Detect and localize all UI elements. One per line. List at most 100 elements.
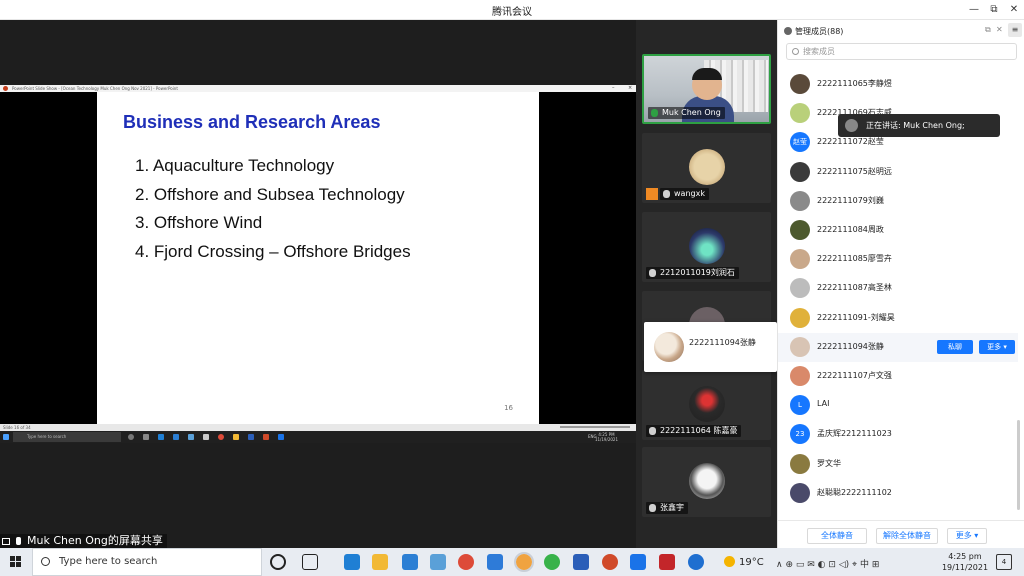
search-icon: [792, 48, 799, 55]
tile-name-label: 2212011019刘润石: [646, 267, 739, 279]
tile-name-label: 2222111064 陈嘉豪: [646, 425, 742, 437]
member-avatar: [790, 161, 810, 182]
zoom-slider: [560, 426, 630, 428]
member-row[interactable]: 赵聪聪2222111102: [778, 479, 1018, 508]
member-row[interactable]: 2222111079刘巍: [778, 187, 1018, 216]
member-row[interactable]: 2222111094张静 私聊 更多 ▾: [778, 332, 1018, 362]
panel-header: 管理成员(88): [784, 26, 843, 37]
slide-list: 1. Aquaculture Technology 2. Offshore an…: [135, 152, 411, 266]
system-tray[interactable]: ∧ ⊕ ▭ ✉ ◐ ⊡ ◁) ⌖ 中 ⊞: [776, 557, 879, 570]
video-tile[interactable]: wangxk: [642, 133, 771, 203]
shared-search-box: Type here to search: [13, 432, 121, 442]
word-icon[interactable]: [573, 554, 589, 570]
start-button[interactable]: [0, 548, 32, 576]
tile-name-label: wangxk: [660, 188, 709, 200]
members-icon: [784, 27, 792, 35]
footer-more-button[interactable]: 更多 ▾: [947, 528, 987, 544]
host-badge-icon: [646, 188, 658, 200]
file-explorer-icon[interactable]: [372, 554, 388, 570]
minimize-button[interactable]: —: [966, 2, 982, 18]
shared-taskbar: Type here to search ENG 4:25 PM 11/19/20…: [0, 431, 636, 443]
member-avatar: [790, 366, 810, 386]
member-avatar: [790, 278, 810, 299]
member-row[interactable]: 2222111065李静煜: [778, 70, 1018, 99]
video-tile[interactable]: 张鑫宇: [642, 447, 771, 517]
member-list-scrollbar[interactable]: [1017, 420, 1020, 510]
member-row[interactable]: 2222111087高圣林: [778, 274, 1018, 303]
chrome-icon[interactable]: [458, 554, 474, 570]
tile-name-label: 张鑫宇: [646, 502, 688, 514]
wechat-icon[interactable]: [544, 554, 560, 570]
close-button[interactable]: ✕: [1006, 2, 1022, 18]
app-icon[interactable]: [430, 554, 446, 570]
help-icon[interactable]: [688, 554, 704, 570]
sharing-user-label: Muk Chen Ong的屏幕共享: [27, 534, 163, 547]
edge-icon[interactable]: [344, 554, 360, 570]
member-name: 2222111085廖雪卉: [817, 254, 892, 264]
calendar-icon[interactable]: [487, 554, 503, 570]
pdf-icon[interactable]: [659, 554, 675, 570]
participant-hover-card[interactable]: 2222111094张静: [644, 322, 777, 372]
slide: Business and Research Areas 1. Aquacultu…: [97, 92, 539, 424]
member-row[interactable]: 2222111085廖雪卉: [778, 245, 1018, 274]
member-avatar: [790, 453, 810, 474]
panel-menu-button[interactable]: ≡: [1008, 23, 1022, 37]
powerpoint-titlebar: PowerPoint Slide Show - [Ocean Technolog…: [0, 85, 636, 92]
slide-list-item: 1. Aquaculture Technology: [135, 156, 335, 175]
sun-icon: [724, 556, 735, 567]
member-row[interactable]: 2222111075赵明远: [778, 158, 1018, 187]
member-name: 罗文华: [817, 458, 841, 468]
mail-icon[interactable]: [402, 554, 418, 570]
member-avatar: [790, 220, 810, 240]
private-chat-button[interactable]: 私聊: [937, 339, 973, 354]
member-name: 孟庆辉2212111023: [817, 429, 892, 439]
unmute-all-button[interactable]: 解除全体静音: [876, 528, 938, 544]
video-gallery: Muk Chen Ong wangxk 2212011019刘润石 222211…: [636, 20, 777, 548]
notification-center-button[interactable]: 4: [996, 554, 1012, 570]
member-name: 2222111079刘巍: [817, 195, 884, 205]
video-tile-active-speaker[interactable]: Muk Chen Ong: [642, 54, 771, 124]
member-avatar: [790, 336, 810, 357]
member-row[interactable]: L LAI: [778, 391, 1018, 420]
cortana-icon[interactable]: [270, 554, 286, 570]
taskbar-search-input[interactable]: Type here to search: [32, 548, 262, 576]
window-title: 腾讯会议: [492, 7, 532, 18]
restore-button[interactable]: ⧉: [986, 2, 1002, 18]
meeting-app-icon[interactable]: [514, 552, 534, 572]
member-row[interactable]: 2222111084周政: [778, 216, 1018, 245]
popout-icon[interactable]: ⧉: [985, 25, 991, 35]
member-search-input[interactable]: 搜索成员: [786, 43, 1017, 60]
member-avatar: 赵莹: [790, 132, 810, 153]
member-name: 2222111072赵莹: [817, 137, 884, 147]
slide-title: Business and Research Areas: [123, 112, 381, 132]
weather-widget[interactable]: 19°C: [724, 556, 764, 568]
mute-all-button[interactable]: 全体静音: [807, 528, 867, 544]
member-name: LAI: [817, 399, 830, 409]
video-tile[interactable]: 2222111064 陈嘉豪: [642, 370, 771, 440]
member-row[interactable]: 2222111107卢文强: [778, 362, 1018, 391]
speaking-tooltip: 正在讲话: Muk Chen Ong;: [838, 114, 1000, 137]
panel-close-icon[interactable]: ✕: [996, 25, 1003, 34]
member-avatar: [790, 482, 810, 503]
powerpoint-icon[interactable]: [602, 554, 618, 570]
slide-list-item: 3. Offshore Wind: [135, 213, 263, 232]
member-avatar: [790, 190, 810, 211]
shared-cortana-icon: [128, 434, 134, 440]
video-tile[interactable]: 2212011019刘润石: [642, 212, 771, 282]
mic-muted-icon: [649, 504, 656, 512]
tencent-meeting-icon[interactable]: [630, 554, 646, 570]
shared-tencent-icon: [278, 434, 284, 440]
member-more-button[interactable]: 更多 ▾: [979, 339, 1015, 354]
taskbar-clock[interactable]: 4:25 pm 19/11/2021: [940, 551, 990, 573]
powerpoint-window-title: PowerPoint Slide Show - [Ocean Technolog…: [12, 86, 178, 91]
member-row[interactable]: 罗文华: [778, 450, 1018, 479]
shared-chrome-icon: [218, 434, 224, 440]
pp-minimize-icon: –: [612, 85, 615, 91]
powerpoint-statusbar: Slide 16 of 34: [0, 424, 636, 431]
mic-muted-icon: [649, 269, 656, 277]
slide-list-item: 4. Fjord Crossing – Offshore Bridges: [135, 241, 411, 261]
member-row[interactable]: 23 孟庆辉2212111023: [778, 420, 1018, 449]
mic-muted-icon: [649, 427, 656, 435]
member-row[interactable]: 2222111091-刘耀昊: [778, 304, 1018, 333]
task-view-icon[interactable]: [302, 554, 318, 570]
